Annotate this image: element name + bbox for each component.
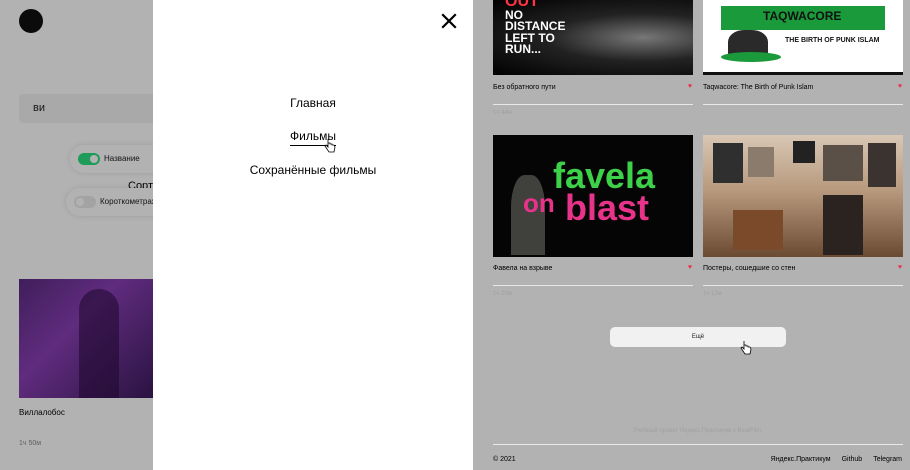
copyright: © 2021 <box>493 456 516 463</box>
menu-item-saved-movies[interactable]: Сохранённые фильмы <box>250 163 376 179</box>
more-button[interactable]: Ещё <box>610 327 786 347</box>
movie-title: Постеры, сошедшие со стен <box>703 265 796 272</box>
movie-duration: 1ч 20м <box>493 291 512 297</box>
movie-thumbnail[interactable]: OUT NO DISTANCE LEFT TO RUN... <box>493 0 693 75</box>
movie-thumbnail[interactable]: favela on blast <box>493 135 693 257</box>
movie-thumbnail[interactable] <box>703 135 903 257</box>
movie-card[interactable]: TAQWACORE THE BIRTH OF PUNK ISLAM Taqwac… <box>703 0 903 110</box>
heart-icon[interactable]: ♥ <box>688 83 692 90</box>
footer-link-practicum[interactable]: Яндекс.Практикум <box>771 456 831 463</box>
menu-item-home[interactable]: Главная <box>290 96 336 112</box>
movie-title: Без обратного пути <box>493 84 556 91</box>
footer-link-github[interactable]: Github <box>842 456 863 463</box>
heart-icon[interactable]: ♥ <box>688 264 692 271</box>
heart-icon[interactable]: ♥ <box>898 83 902 90</box>
movie-title: Фавела на взрыве <box>493 265 553 272</box>
movie-duration: 1ч 12м <box>703 291 722 297</box>
close-icon[interactable] <box>440 12 458 30</box>
menu-links: Главная Фильмы Сохранённые фильмы <box>153 96 473 179</box>
navigation-menu: Главная Фильмы Сохранённые фильмы <box>153 0 473 470</box>
movie-card[interactable]: favela on blast Фавела на взрыве ♥ 1ч 20… <box>493 135 693 305</box>
movie-thumbnail[interactable]: TAQWACORE THE BIRTH OF PUNK ISLAM <box>703 0 903 75</box>
movie-card[interactable]: OUT NO DISTANCE LEFT TO RUN... Без обрат… <box>493 0 693 116</box>
footer-link-telegram[interactable]: Telegram <box>873 456 902 463</box>
footer-note: Учебный проект Яндекс.Практикум х BeatFi… <box>633 428 763 434</box>
hand-cursor-icon <box>740 341 752 355</box>
movie-card[interactable]: Постеры, сошедшие со стен ♥ 1ч 12м <box>703 135 903 305</box>
movie-title: Taqwacore: The Birth of Punk Islam <box>703 84 814 91</box>
heart-icon[interactable]: ♥ <box>898 264 902 271</box>
footer-links: Яндекс.Практикум Github Telegram <box>771 456 902 463</box>
movie-duration: 1ч 44м <box>493 110 512 116</box>
footer-divider <box>493 444 903 445</box>
hand-cursor-icon <box>324 139 336 153</box>
